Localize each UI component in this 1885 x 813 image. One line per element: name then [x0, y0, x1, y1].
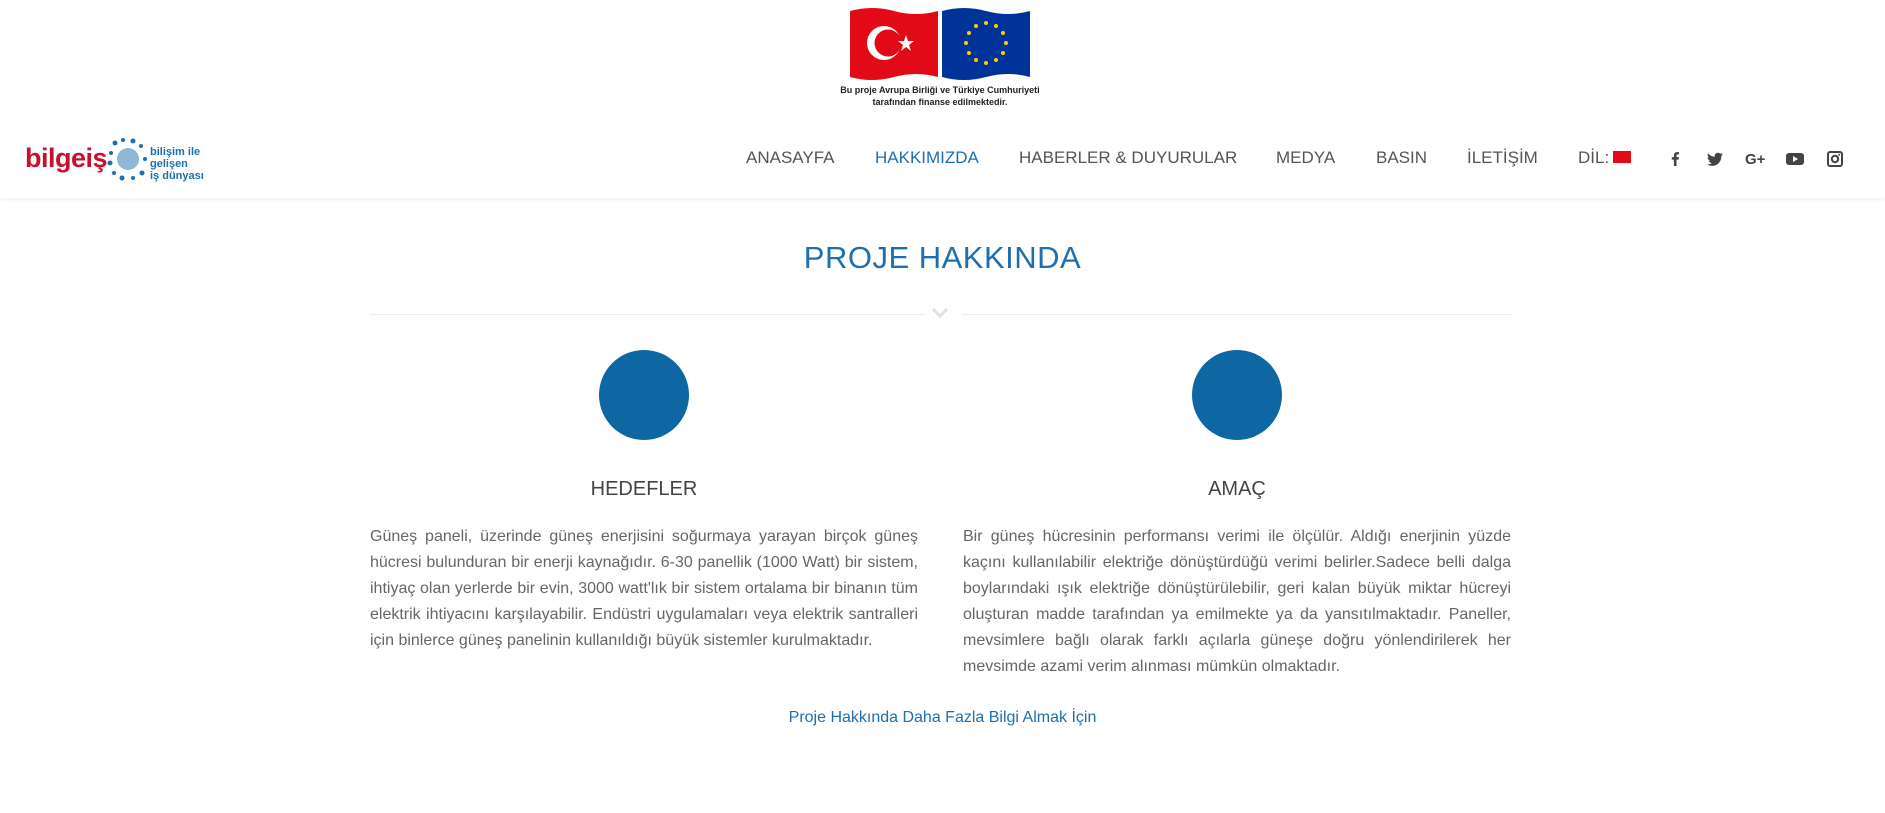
goals-text: Güneş paneli, üzerinde güneş enerjisini …: [370, 528, 918, 649]
purpose-circle-icon: [1192, 350, 1282, 440]
language-label: DİL:: [1578, 148, 1610, 167]
instagram-icon[interactable]: [1825, 149, 1845, 169]
logo-tagline-line1: bilişim ile gelişen: [150, 146, 201, 170]
site-header: bilgeiş bilişim ile gelişen iş dünyası A…: [0, 120, 1885, 198]
nav-item-iletisim[interactable]: İLETİŞİM: [1467, 148, 1538, 168]
nav-item-hakkimizda[interactable]: HAKKIMIZDA: [875, 148, 979, 168]
facebook-icon[interactable]: [1665, 149, 1685, 169]
chevron-down-icon: [931, 307, 949, 319]
logo-wordmark: bilgeiş: [25, 143, 108, 173]
flags-image: [848, 5, 1032, 81]
nav-item-medya[interactable]: MEDYA: [1276, 148, 1335, 168]
funding-caption: Bu proje Avrupa Birliği ve Türkiye Cumhu…: [840, 84, 1040, 108]
google-plus-icon[interactable]: G+: [1745, 149, 1769, 169]
more-info-link[interactable]: Proje Hakkında Daha Fazla Bilgi Almak İç…: [0, 709, 1885, 727]
language-selector[interactable]: DİL:: [1578, 148, 1632, 168]
divider-line-right: [962, 314, 1511, 315]
funding-caption-line2: tarafından finanse edilmektedir.: [872, 97, 1008, 107]
nav-item-anasayfa[interactable]: ANASAYFA: [746, 148, 835, 168]
turkish-flag-icon: [1613, 150, 1632, 163]
site-logo[interactable]: bilgeiş bilişim ile gelişen iş dünyası: [25, 137, 240, 182]
section-title: PROJE HAKKINDA: [803, 240, 1082, 275]
youtube-icon[interactable]: [1785, 149, 1805, 169]
svg-text:G+: G+: [1745, 151, 1766, 168]
turkey-flag-icon: [850, 8, 938, 80]
twitter-icon[interactable]: [1705, 149, 1725, 169]
eu-flag-icon: [942, 8, 1030, 80]
purpose-text: Bir güneş hücresinin performansı verimi …: [963, 528, 1511, 675]
nav-item-haberler-duyurular[interactable]: HABERLER & DUYURULAR: [1019, 148, 1237, 168]
goals-title: HEDEFLER: [590, 478, 698, 500]
goals-circle-icon: [599, 350, 689, 440]
purpose-title: AMAÇ: [1208, 478, 1266, 500]
nav-item-basin[interactable]: BASIN: [1376, 148, 1427, 168]
funding-banner: Bu proje Avrupa Birliği ve Türkiye Cumhu…: [0, 0, 1885, 120]
logo-tagline-line2: iş dünyası: [150, 170, 204, 182]
funding-caption-line1: Bu proje Avrupa Birliği ve Türkiye Cumhu…: [840, 85, 1040, 95]
logo-globe-icon: [107, 138, 147, 181]
divider-line-left: [370, 314, 925, 315]
logo-tagline: bilişim ile gelişen iş dünyası: [150, 146, 240, 182]
